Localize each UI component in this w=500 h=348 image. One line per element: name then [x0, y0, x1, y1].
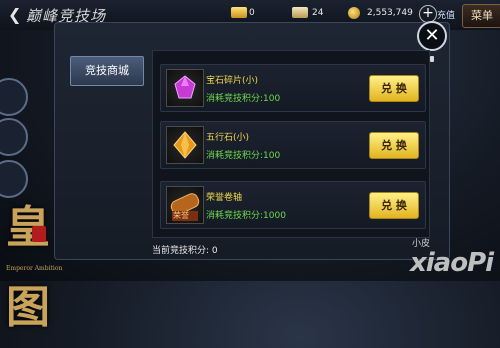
arena-mall-tab[interactable]: 竞技商城 — [70, 56, 144, 86]
close-icon[interactable]: ✕ — [417, 21, 447, 51]
watermark-large: xiaoPi — [410, 248, 494, 278]
silver-ingot-count: 24 — [312, 8, 324, 18]
gem-fragment-icon — [166, 69, 204, 107]
logo-seal — [32, 226, 46, 242]
list-item: 五行石(小) 消耗竞技积分:100 兑 换 — [160, 121, 426, 169]
item-name: 荣誉卷轴 — [206, 193, 243, 203]
list-item: 荣誉 荣誉卷轴 消耗竞技积分:1000 兑 换 — [160, 181, 426, 229]
back-icon[interactable]: ❮ — [8, 5, 21, 24]
recharge-button[interactable]: 充值 — [437, 8, 455, 21]
item-cost: 消耗竞技积分:100 — [206, 151, 281, 161]
item-name: 五行石(小) — [206, 133, 250, 143]
list-item: 宝石碎片(小) 消耗竞技积分:100 兑 换 — [160, 64, 426, 112]
logo-subtitle: Emperor Ambition — [6, 265, 63, 272]
item-cost: 消耗竞技积分:100 — [206, 94, 281, 104]
gold-ingot-icon — [231, 7, 247, 18]
exchange-button[interactable]: 兑 换 — [369, 192, 419, 219]
item-name: 宝石碎片(小) — [206, 76, 259, 86]
silver-ingot-icon — [292, 7, 308, 18]
item-cost: 消耗竞技积分:1000 — [206, 211, 286, 221]
coin-count: 2,553,749 — [367, 8, 413, 18]
exchange-button[interactable]: 兑 换 — [369, 132, 419, 159]
coin-icon — [348, 7, 360, 19]
side-nav-button-1[interactable] — [0, 78, 28, 116]
scrollbar[interactable] — [430, 56, 434, 62]
side-nav-button-2[interactable] — [0, 118, 28, 156]
menu-button[interactable]: 菜单 — [462, 4, 500, 28]
scroll-label: 荣誉 — [173, 211, 189, 220]
honor-scroll-icon: 荣誉 — [166, 186, 204, 224]
five-elements-stone-icon — [166, 126, 204, 164]
current-points: 当前竞技积分: 0 — [152, 246, 218, 256]
exchange-button[interactable]: 兑 换 — [369, 75, 419, 102]
gold-ingot-count: 0 — [249, 8, 255, 18]
